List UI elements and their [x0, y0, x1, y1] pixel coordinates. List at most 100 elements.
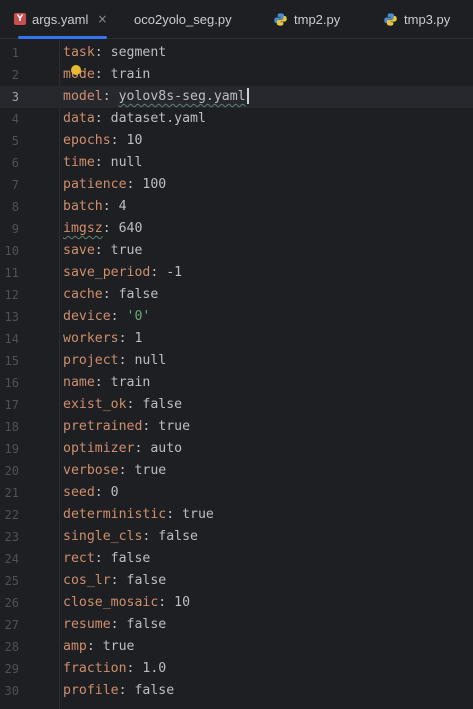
yaml-key: fraction — [63, 661, 127, 676]
code-line[interactable]: 25 cos_lr: false — [0, 570, 473, 592]
yaml-key: model — [63, 89, 103, 104]
code-line[interactable]: 19 optimizer: auto — [0, 438, 473, 460]
yaml-value: train — [110, 375, 151, 390]
code-line[interactable]: 20 verbose: true — [0, 460, 473, 482]
code-line[interactable]: 26 close_mosaic: 10 — [0, 592, 473, 614]
line-number: 2 — [11, 68, 19, 82]
code-line[interactable]: 5 epochs: 10 — [0, 130, 473, 152]
code-line[interactable]: 13 device: '0' — [0, 306, 473, 328]
line-number: 14 — [4, 332, 19, 346]
code-line[interactable]: 15 project: null — [0, 350, 473, 372]
code-line[interactable]: 29 fraction: 1.0 — [0, 658, 473, 680]
yaml-value: true — [182, 507, 214, 522]
yaml-value: 640 — [118, 221, 143, 236]
yaml-key: profile — [63, 683, 119, 698]
code-line[interactable]: 22 deterministic: true — [0, 504, 473, 526]
tab-label: oco2yolo_seg.py — [134, 11, 232, 27]
line-number: 16 — [4, 376, 19, 390]
code-line[interactable]: 14 workers: 1 — [0, 328, 473, 350]
yaml-key: imgsz — [63, 221, 103, 236]
line-number: 27 — [4, 618, 19, 632]
line-number: 26 — [4, 596, 19, 610]
yaml-value: true — [110, 243, 143, 258]
code-text: imgsz: 640 — [63, 221, 143, 236]
yaml-key: project — [63, 353, 119, 368]
code-text: epochs: 10 — [63, 133, 143, 148]
line-number: 15 — [4, 354, 19, 368]
code-line[interactable]: 24 rect: false — [0, 548, 473, 570]
line-number: 7 — [11, 178, 19, 192]
code-text: data: dataset.yaml — [63, 111, 206, 126]
yaml-value: 1.0 — [142, 661, 167, 676]
yaml-value: 10 — [126, 133, 143, 148]
tab-tmp3-py[interactable]: tmp3.py — [383, 0, 450, 38]
code-line[interactable]: 8 batch: 4 — [0, 196, 473, 218]
code-line[interactable]: 10 save: true — [0, 240, 473, 262]
yaml-value: false — [118, 287, 159, 302]
line-number: 1 — [11, 46, 19, 60]
yaml-value: false — [126, 573, 167, 588]
yaml-value: 4 — [118, 199, 127, 214]
yaml-key: deterministic — [63, 507, 167, 522]
yaml-value: -1 — [166, 265, 183, 280]
code-text: cache: false — [63, 287, 159, 302]
yaml-key: save_period — [63, 265, 151, 280]
line-number: 11 — [4, 266, 19, 280]
yaml-value: 10 — [174, 595, 191, 610]
line-number: 18 — [4, 420, 19, 434]
line-number: 28 — [4, 640, 19, 654]
code-editor[interactable]: 1 task: segment 2 mode: train 3 model: yolov8… — [0, 39, 473, 709]
line-number: 12 — [4, 288, 19, 302]
code-line[interactable]: 17 exist_ok: false — [0, 394, 473, 416]
code-line[interactable]: 28 amp: true — [0, 636, 473, 658]
code-line[interactable]: 23 single_cls: false — [0, 526, 473, 548]
line-number: 29 — [4, 662, 19, 676]
code-text: resume: false — [63, 617, 167, 632]
code-line[interactable]: 1 task: segment — [0, 42, 473, 64]
code-line[interactable]: 4 data: dataset.yaml — [0, 108, 473, 130]
tab-tmp2-py[interactable]: tmp2.py — [273, 0, 340, 38]
code-text: amp: true — [63, 639, 135, 654]
close-icon[interactable]: × — [97, 12, 107, 26]
code-text: workers: 1 — [63, 331, 143, 346]
code-line[interactable]: 18 pretrained: true — [0, 416, 473, 438]
code-line[interactable]: 9 imgsz: 640 — [0, 218, 473, 240]
code-line[interactable]: 12 cache: false — [0, 284, 473, 306]
tab-oco2yolo-seg-py[interactable]: oco2yolo_seg.py — [134, 0, 232, 38]
line-number: 8 — [11, 200, 19, 214]
yaml-key: batch — [63, 199, 103, 214]
line-number: 4 — [11, 112, 19, 126]
code-line[interactable]: 3 model: yolov8s-seg.yaml — [0, 86, 473, 108]
code-line[interactable]: 30 profile: false — [0, 680, 473, 702]
yaml-key: patience — [63, 177, 127, 192]
line-number: 20 — [4, 464, 19, 478]
code-text: time: null — [63, 155, 143, 170]
yaml-value: 100 — [142, 177, 167, 192]
yaml-key: rect — [63, 551, 95, 566]
code-line[interactable]: 6 time: null — [0, 152, 473, 174]
line-number: 6 — [11, 156, 19, 170]
yaml-key: time — [63, 155, 95, 170]
code-text: deterministic: true — [63, 507, 214, 522]
yaml-value: null — [134, 353, 167, 368]
line-number: 3 — [11, 90, 19, 104]
yaml-key: amp — [63, 639, 87, 654]
yaml-value: true — [158, 419, 191, 434]
code-line[interactable]: 11 save_period: -1 — [0, 262, 473, 284]
code-text: seed: 0 — [63, 485, 119, 500]
yaml-value: dataset.yaml — [110, 111, 206, 126]
code-text: model: yolov8s-seg.yaml — [63, 86, 249, 108]
code-line[interactable]: 21 seed: 0 — [0, 482, 473, 504]
code-line[interactable]: 16 name: train — [0, 372, 473, 394]
yaml-key: seed — [63, 485, 95, 500]
yaml-value: false — [142, 397, 183, 412]
yaml-file-icon: Y — [14, 13, 26, 25]
code-line[interactable]: 7 patience: 100 — [0, 174, 473, 196]
line-number: 10 — [4, 244, 19, 258]
tab-args-yaml[interactable]: Y args.yaml × — [14, 0, 108, 39]
code-text: verbose: true — [63, 463, 167, 478]
lightbulb-icon[interactable] — [71, 65, 81, 75]
code-text: patience: 100 — [63, 177, 167, 192]
code-line[interactable]: 27 resume: false — [0, 614, 473, 636]
code-text: fraction: 1.0 — [63, 661, 167, 676]
